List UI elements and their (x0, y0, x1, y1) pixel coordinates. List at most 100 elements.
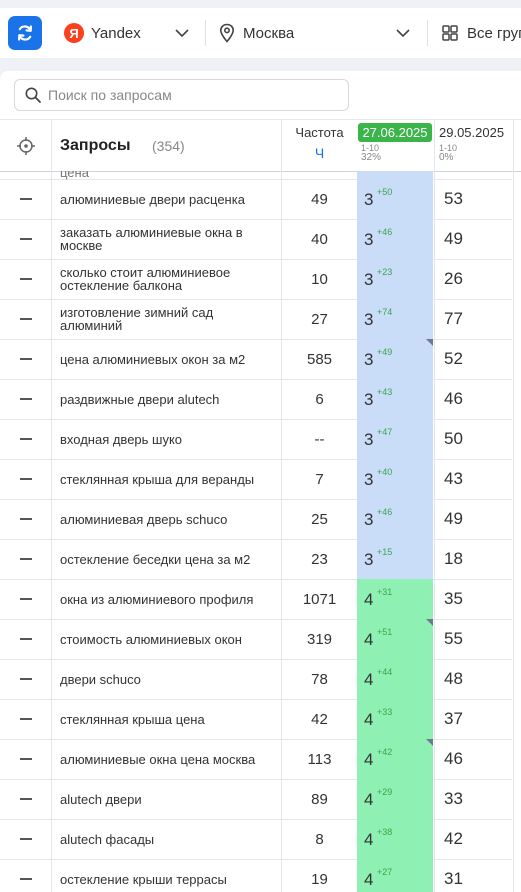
row-toggle[interactable] (0, 619, 52, 659)
position-value: 3 (364, 350, 374, 369)
position-cell-current[interactable]: 4 +27 (357, 859, 433, 892)
frequency-cell: 19 (281, 859, 358, 892)
position-value-previous: 49 (444, 509, 463, 528)
table-row[interactable]: алюминиевые двери расценка 49 3 +50 53 (0, 179, 514, 220)
table-row[interactable]: стоимость алюминиевых окон 319 4 +51 55 (0, 619, 514, 660)
position-cell-current[interactable]: 4 +42 (357, 739, 433, 779)
row-toggle[interactable] (0, 739, 52, 779)
frequency-cell (281, 171, 358, 179)
position-cell-current[interactable]: 3 +15 (357, 539, 433, 579)
table-row[interactable]: остекление беседки цена за м2 23 3 +15 18 (0, 539, 514, 580)
position-value-previous: 26 (444, 269, 463, 288)
table-row[interactable]: входная дверь шуко -- 3 +47 50 (0, 419, 514, 460)
row-toggle[interactable] (0, 219, 52, 259)
position-cell-current[interactable]: 3 +49 (357, 339, 433, 379)
position-value-previous: 35 (444, 589, 463, 608)
frequency-cell: 49 (281, 179, 358, 219)
table-row[interactable]: алюминиевые окна цена москва 113 4 +42 46 (0, 739, 514, 780)
search-input[interactable]: Поиск по запросам (14, 79, 349, 111)
position-cell-current[interactable]: 3 +47 (357, 419, 433, 459)
frequency-cell: 23 (281, 539, 358, 579)
row-toggle[interactable] (0, 779, 52, 819)
row-toggle[interactable] (0, 171, 52, 179)
chevron-down-icon[interactable] (395, 25, 411, 41)
minus-icon (19, 598, 32, 600)
table-row[interactable]: заказать алюминиевые окна в москве 40 3 +46… (0, 219, 514, 260)
refresh-button[interactable] (8, 16, 42, 50)
query-text: стеклянная крыша цена (60, 711, 205, 727)
row-toggle[interactable] (0, 419, 52, 459)
position-delta: +50 (377, 187, 393, 197)
date-column-header-previous[interactable]: 29.05.2025 1-10 0% (434, 120, 514, 171)
table-row[interactable]: алюминиевая дверь schuco 25 3 +46 49 (0, 499, 514, 540)
date-column-header-current[interactable]: 27.06.2025 1-10 32% (357, 120, 433, 171)
yandex-logo-icon: Я (64, 23, 84, 43)
minus-icon (19, 438, 32, 440)
crosshair-icon (16, 136, 35, 155)
position-cell-current (357, 171, 433, 179)
row-toggle[interactable] (0, 499, 52, 539)
query-text: алюминиевая дверь schuco (60, 511, 228, 527)
table-row[interactable]: окна из алюминиевого профиля 1071 4 +31 35 (0, 579, 514, 620)
position-cell-current[interactable]: 4 +44 (357, 659, 433, 699)
position-cell-current[interactable]: 4 +38 (357, 819, 433, 859)
table-row[interactable]: цена алюминиевых окон за м2 585 3 +49 52 (0, 339, 514, 380)
query-text: входная дверь шуко (60, 431, 183, 447)
row-toggle[interactable] (0, 579, 52, 619)
row-toggle[interactable] (0, 859, 52, 892)
table-row[interactable]: изготовление зимний сад алюминий 27 3 +74 77 (0, 299, 514, 340)
position-value: 3 (364, 390, 374, 409)
row-toggle[interactable] (0, 299, 52, 339)
position-cell-current[interactable]: 3 +46 (357, 219, 433, 259)
position-cell-current[interactable]: 3 +40 (357, 459, 433, 499)
position-cell-current[interactable]: 3 +46 (357, 499, 433, 539)
table-row[interactable]: двери schuco 78 4 +44 48 (0, 659, 514, 700)
row-toggle[interactable] (0, 339, 52, 379)
table-row[interactable]: alutech фасады 8 4 +38 42 (0, 819, 514, 860)
search-engine-dropdown[interactable]: Я Yandex (64, 8, 141, 58)
row-toggle[interactable] (0, 699, 52, 739)
position-cell-current[interactable]: 4 +31 (357, 579, 433, 619)
position-cell-current[interactable]: 4 +51 (357, 619, 433, 659)
region-dropdown[interactable]: Москва (218, 8, 294, 58)
position-value: 3 (364, 510, 374, 529)
frequency-cell: 1071 (281, 579, 358, 619)
table-row[interactable]: alutech двери 89 4 +29 33 (0, 779, 514, 820)
position-cell-current[interactable]: 3 +43 (357, 379, 433, 419)
groups-dropdown[interactable]: Все груп (441, 8, 521, 58)
top-toolbar: Я Yandex Москва Все груп (0, 8, 521, 58)
minus-icon (19, 558, 32, 560)
row-toggle[interactable] (0, 459, 52, 499)
minus-icon (19, 478, 32, 480)
position-cell-current[interactable]: 3 +74 (357, 299, 433, 339)
table-row[interactable]: стеклянная крыша цена 42 4 +33 37 (0, 699, 514, 740)
frequency-unit[interactable]: Ч (282, 145, 357, 161)
row-toggle[interactable] (0, 179, 52, 219)
row-toggle[interactable] (0, 819, 52, 859)
chevron-down-icon[interactable] (174, 25, 190, 41)
table-row[interactable]: остекление крыши террасы 19 4 +27 31 (0, 859, 514, 892)
row-toggle[interactable] (0, 539, 52, 579)
row-toggle[interactable] (0, 659, 52, 699)
queries-column-header[interactable]: Запросы (60, 137, 130, 155)
position-delta: +33 (377, 707, 393, 717)
frequency-column-header[interactable]: Частота Ч (281, 120, 357, 171)
position-cell-current[interactable]: 3 +50 (357, 179, 433, 219)
table-row[interactable]: стеклянная крыша для веранды 7 3 +40 43 (0, 459, 514, 500)
query-text: стеклянная крыша для веранды (60, 471, 255, 487)
position-cell-previous: 53 (434, 179, 514, 219)
note-flag-icon (426, 739, 433, 746)
position-cell-current[interactable]: 3 +23 (357, 259, 433, 299)
query-text: alutech фасады (60, 831, 155, 847)
target-toggle[interactable] (0, 120, 52, 171)
row-toggle[interactable] (0, 379, 52, 419)
position-delta: +42 (377, 747, 393, 757)
table-header: Запросы (354) Частота Ч 27.06.2025 1-10 … (0, 119, 521, 172)
minus-icon (19, 398, 32, 400)
position-cell-current[interactable]: 4 +29 (357, 779, 433, 819)
table-row[interactable]: раздвижные двери alutech 6 3 +43 46 (0, 379, 514, 420)
position-cell-current[interactable]: 4 +33 (357, 699, 433, 739)
row-toggle[interactable] (0, 259, 52, 299)
table-row[interactable]: сколько стоит алюминиевое остекление бал… (0, 259, 514, 300)
location-pin-icon (219, 23, 235, 43)
